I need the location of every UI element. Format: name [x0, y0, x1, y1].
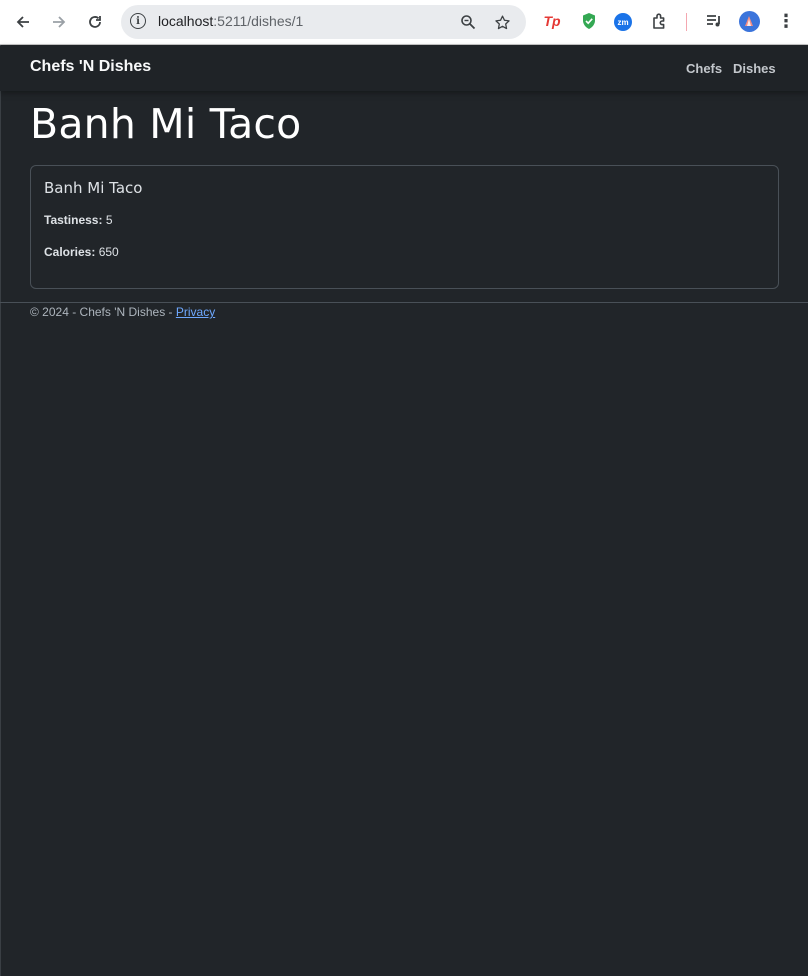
calories-label: Calories: [44, 245, 96, 259]
footer-copyright: © 2024 - Chefs 'N Dishes - [30, 305, 176, 319]
nav-link-dishes[interactable]: Dishes [733, 61, 776, 76]
shield-icon[interactable] [579, 11, 599, 31]
app-navbar: Chefs 'N Dishes Chefs Dishes [0, 46, 808, 91]
tastiness-label: Tastiness: [44, 213, 103, 227]
brand-link[interactable]: Chefs 'N Dishes [30, 58, 151, 76]
address-bar[interactable]: i localhost:5211/dishes/1 [121, 5, 526, 39]
url-host: localhost [158, 13, 214, 29]
nav-link-chefs[interactable]: Chefs [686, 61, 722, 76]
back-icon[interactable] [10, 9, 36, 35]
media-control-icon[interactable] [704, 11, 724, 31]
profile-avatar[interactable] [739, 11, 760, 32]
info-icon[interactable]: i [130, 13, 146, 29]
zoom-icon[interactable] [458, 12, 478, 32]
zm-extension-icon[interactable]: zm [614, 13, 632, 31]
browser-toolbar: i localhost:5211/dishes/1 Tp zm ⋮ [0, 0, 808, 45]
star-icon[interactable] [492, 12, 512, 32]
url-text[interactable]: localhost:5211/dishes/1 [158, 13, 303, 29]
footer-divider [0, 302, 808, 303]
card-title: Banh Mi Taco [44, 179, 143, 197]
calories-row: Calories: 650 [44, 245, 119, 259]
footer: © 2024 - Chefs 'N Dishes - Privacy [30, 305, 215, 319]
tp-extension-icon[interactable]: Tp [542, 11, 562, 31]
page-title: Banh Mi Taco [30, 100, 302, 148]
window-edge [0, 45, 1, 976]
dish-card: Banh Mi Taco Tastiness: 5 Calories: 650 [30, 165, 779, 289]
tastiness-row: Tastiness: 5 [44, 213, 113, 227]
tastiness-value: 5 [105, 213, 113, 227]
forward-icon[interactable] [46, 9, 72, 35]
toolbar-divider [686, 13, 687, 31]
puzzle-icon[interactable] [650, 11, 670, 31]
reload-icon[interactable] [82, 9, 108, 35]
kebab-menu-icon[interactable]: ⋮ [776, 11, 796, 31]
url-path: :5211/dishes/1 [213, 13, 304, 29]
privacy-link[interactable]: Privacy [176, 305, 215, 319]
calories-value: 650 [98, 245, 119, 259]
